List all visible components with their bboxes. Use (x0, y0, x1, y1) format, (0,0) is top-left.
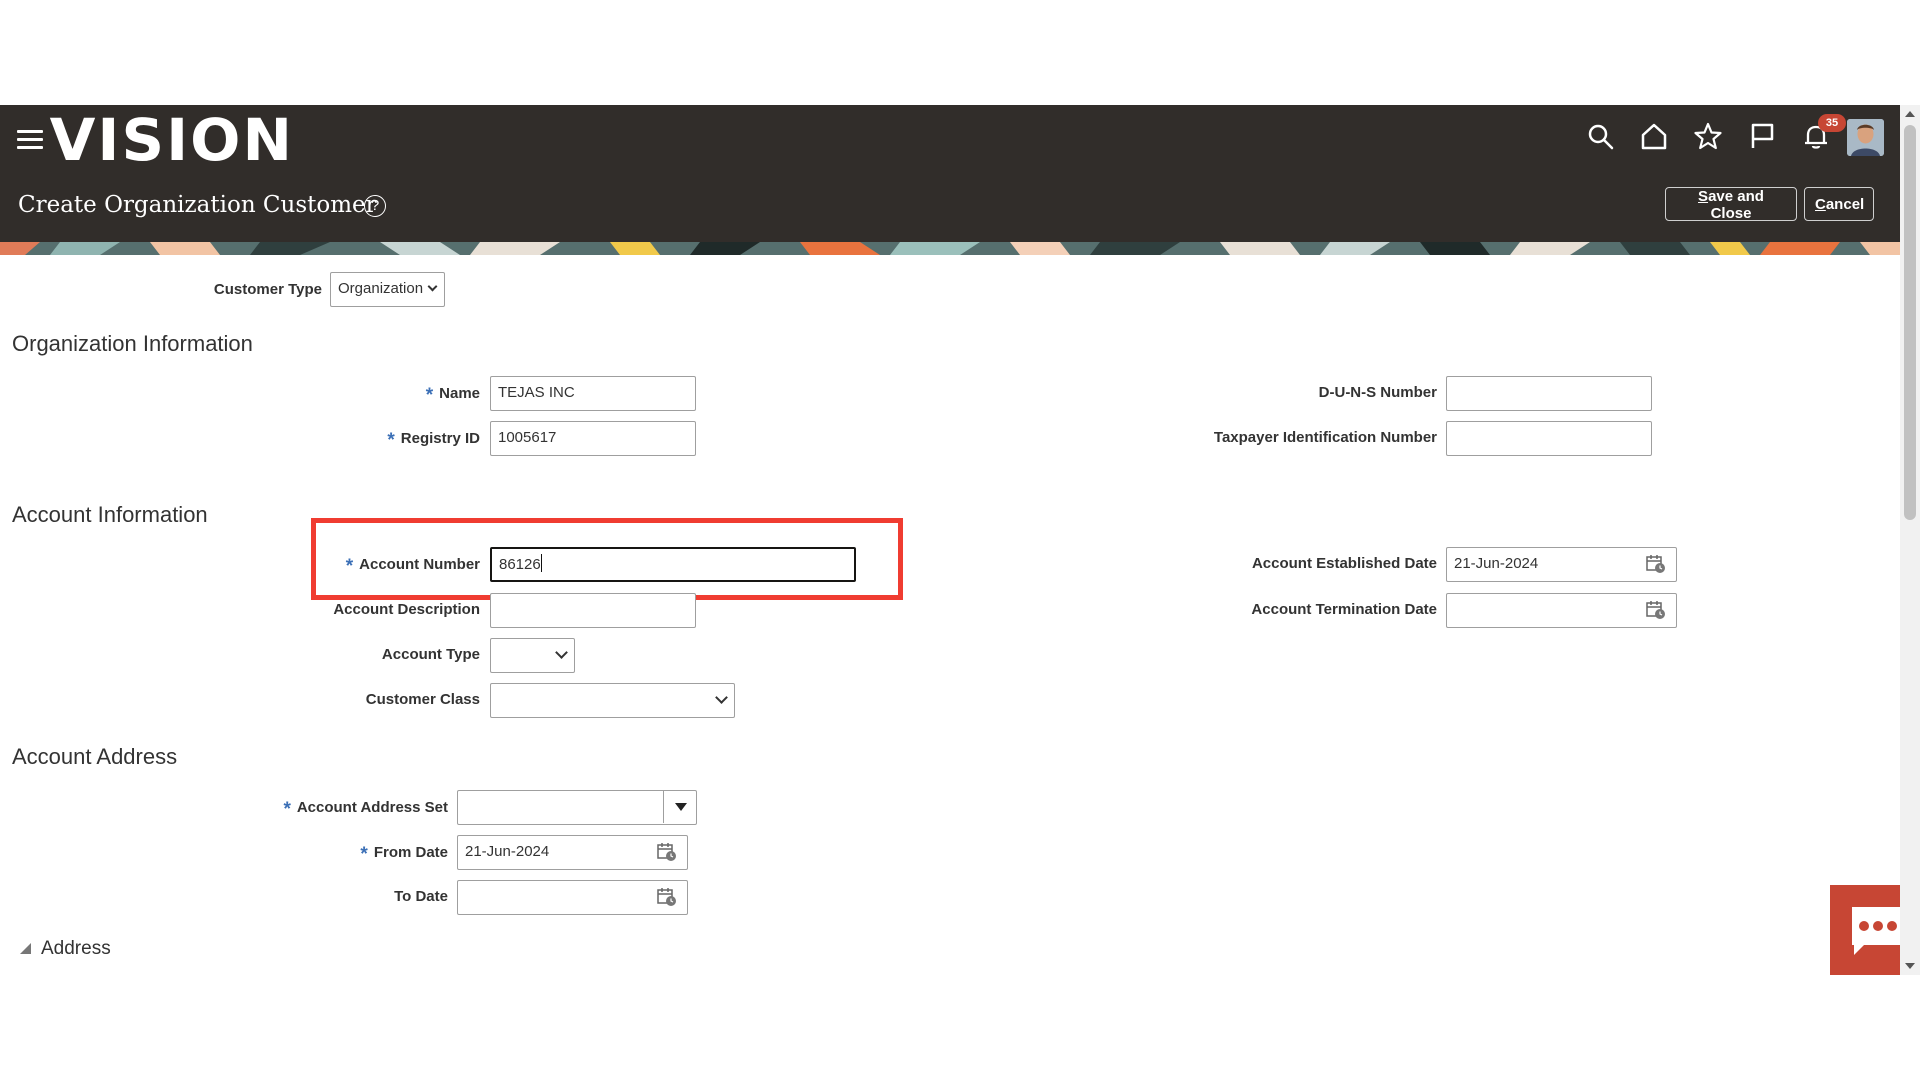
account-address-set-label: * Account Address Set (283, 797, 448, 820)
customer-type-label: Customer Type (213, 281, 322, 298)
registry-id-label-text: Registry ID (400, 430, 480, 447)
customer-class-label: Customer Class (365, 691, 480, 708)
chevron-down-icon (427, 281, 438, 292)
account-type-select[interactable] (490, 638, 575, 673)
chevron-down-icon (555, 646, 568, 659)
required-indicator: * (360, 844, 368, 865)
text-cursor (540, 554, 542, 572)
to-date-label: To Date (394, 888, 448, 905)
customer-class-select[interactable] (490, 683, 735, 718)
dropdown-arrow-icon[interactable] (663, 791, 696, 823)
scroll-thumb[interactable] (1904, 125, 1916, 520)
account-number-input[interactable]: 86126 (490, 547, 856, 582)
account-address-set-combobox[interactable] (457, 790, 697, 825)
account-number-label-text: Account Number (359, 556, 480, 573)
customer-type-value: Organization (338, 280, 424, 297)
registry-id-label: * Registry ID (387, 428, 480, 451)
vision-logo[interactable]: VISION (50, 105, 294, 175)
chat-bubble-icon (1852, 907, 1900, 955)
cancel-button[interactable]: Cancel (1804, 187, 1874, 221)
star-icon[interactable] (1694, 122, 1722, 150)
calendar-icon[interactable] (1646, 554, 1666, 574)
bell-icon[interactable]: 35 (1802, 114, 1846, 150)
vertical-scrollbar[interactable] (1900, 105, 1920, 975)
save-and-close-button[interactable]: Save and Close (1665, 187, 1797, 222)
address-disclosure[interactable]: Address (20, 938, 111, 960)
duns-number-label: D-U-N-S Number (1318, 384, 1437, 401)
account-number-label: * Account Number (345, 554, 480, 577)
registry-id-input[interactable]: 1005617 (490, 421, 696, 456)
scroll-up-arrow-icon[interactable] (1905, 111, 1915, 117)
avatar[interactable] (1847, 119, 1884, 156)
name-input[interactable]: TEJAS INC (490, 376, 696, 411)
collapse-triangle-icon (20, 943, 31, 954)
duns-number-input[interactable] (1446, 376, 1652, 411)
account-termination-date-input[interactable] (1446, 593, 1677, 628)
chat-widget-button[interactable] (1830, 885, 1900, 975)
account-address-set-label-text: Account Address Set (296, 799, 448, 816)
section-title-organization-information: Organization Information (12, 331, 253, 356)
to-date-input[interactable] (457, 880, 688, 915)
section-title-account-information: Account Information (12, 502, 208, 527)
menu-icon[interactable] (17, 130, 43, 150)
app-root: VISION 35 Create Organization Customer ?… (0, 0, 1920, 1080)
section-title-account-address: Account Address (12, 744, 178, 769)
name-label-text: Name (439, 385, 480, 402)
from-date-value: 21-Jun-2024 (465, 843, 550, 860)
account-type-label: Account Type (381, 646, 480, 663)
required-indicator: * (425, 385, 434, 406)
account-established-date-input[interactable]: 21-Jun-2024 (1446, 547, 1677, 582)
address-disclosure-label: Address (41, 938, 111, 959)
calendar-icon[interactable] (657, 887, 677, 907)
taxpayer-id-label: Taxpayer Identification Number (1213, 429, 1437, 446)
account-established-date-label: Account Established Date (1251, 555, 1437, 572)
decorative-banner (0, 242, 1900, 255)
from-date-input[interactable]: 21-Jun-2024 (457, 835, 688, 870)
customer-type-select[interactable]: Organization (330, 272, 445, 307)
account-established-date-value: 21-Jun-2024 (1454, 555, 1539, 572)
from-date-label: * From Date (360, 842, 448, 865)
notification-badge: 35 (1818, 114, 1846, 132)
name-label: * Name (425, 383, 480, 406)
required-indicator: * (387, 430, 395, 451)
flag-icon[interactable] (1748, 122, 1776, 150)
account-description-input[interactable] (490, 593, 696, 628)
account-description-label: Account Description (333, 601, 480, 618)
required-indicator: * (283, 799, 291, 820)
account-number-value: 86126 (499, 556, 541, 573)
search-icon[interactable] (1586, 122, 1614, 150)
calendar-icon[interactable] (1646, 600, 1666, 620)
chevron-down-icon (715, 691, 728, 704)
account-termination-date-label: Account Termination Date (1251, 601, 1437, 618)
global-toolbar: 35 (1586, 114, 1846, 150)
calendar-icon[interactable] (657, 842, 677, 862)
home-icon[interactable] (1640, 122, 1668, 150)
scroll-down-arrow-icon[interactable] (1905, 963, 1915, 969)
taxpayer-id-input[interactable] (1446, 421, 1652, 456)
from-date-label-text: From Date (373, 844, 448, 861)
required-indicator: * (345, 556, 354, 577)
page-title: Create Organization Customer (18, 192, 377, 218)
help-icon[interactable]: ? (364, 195, 386, 217)
